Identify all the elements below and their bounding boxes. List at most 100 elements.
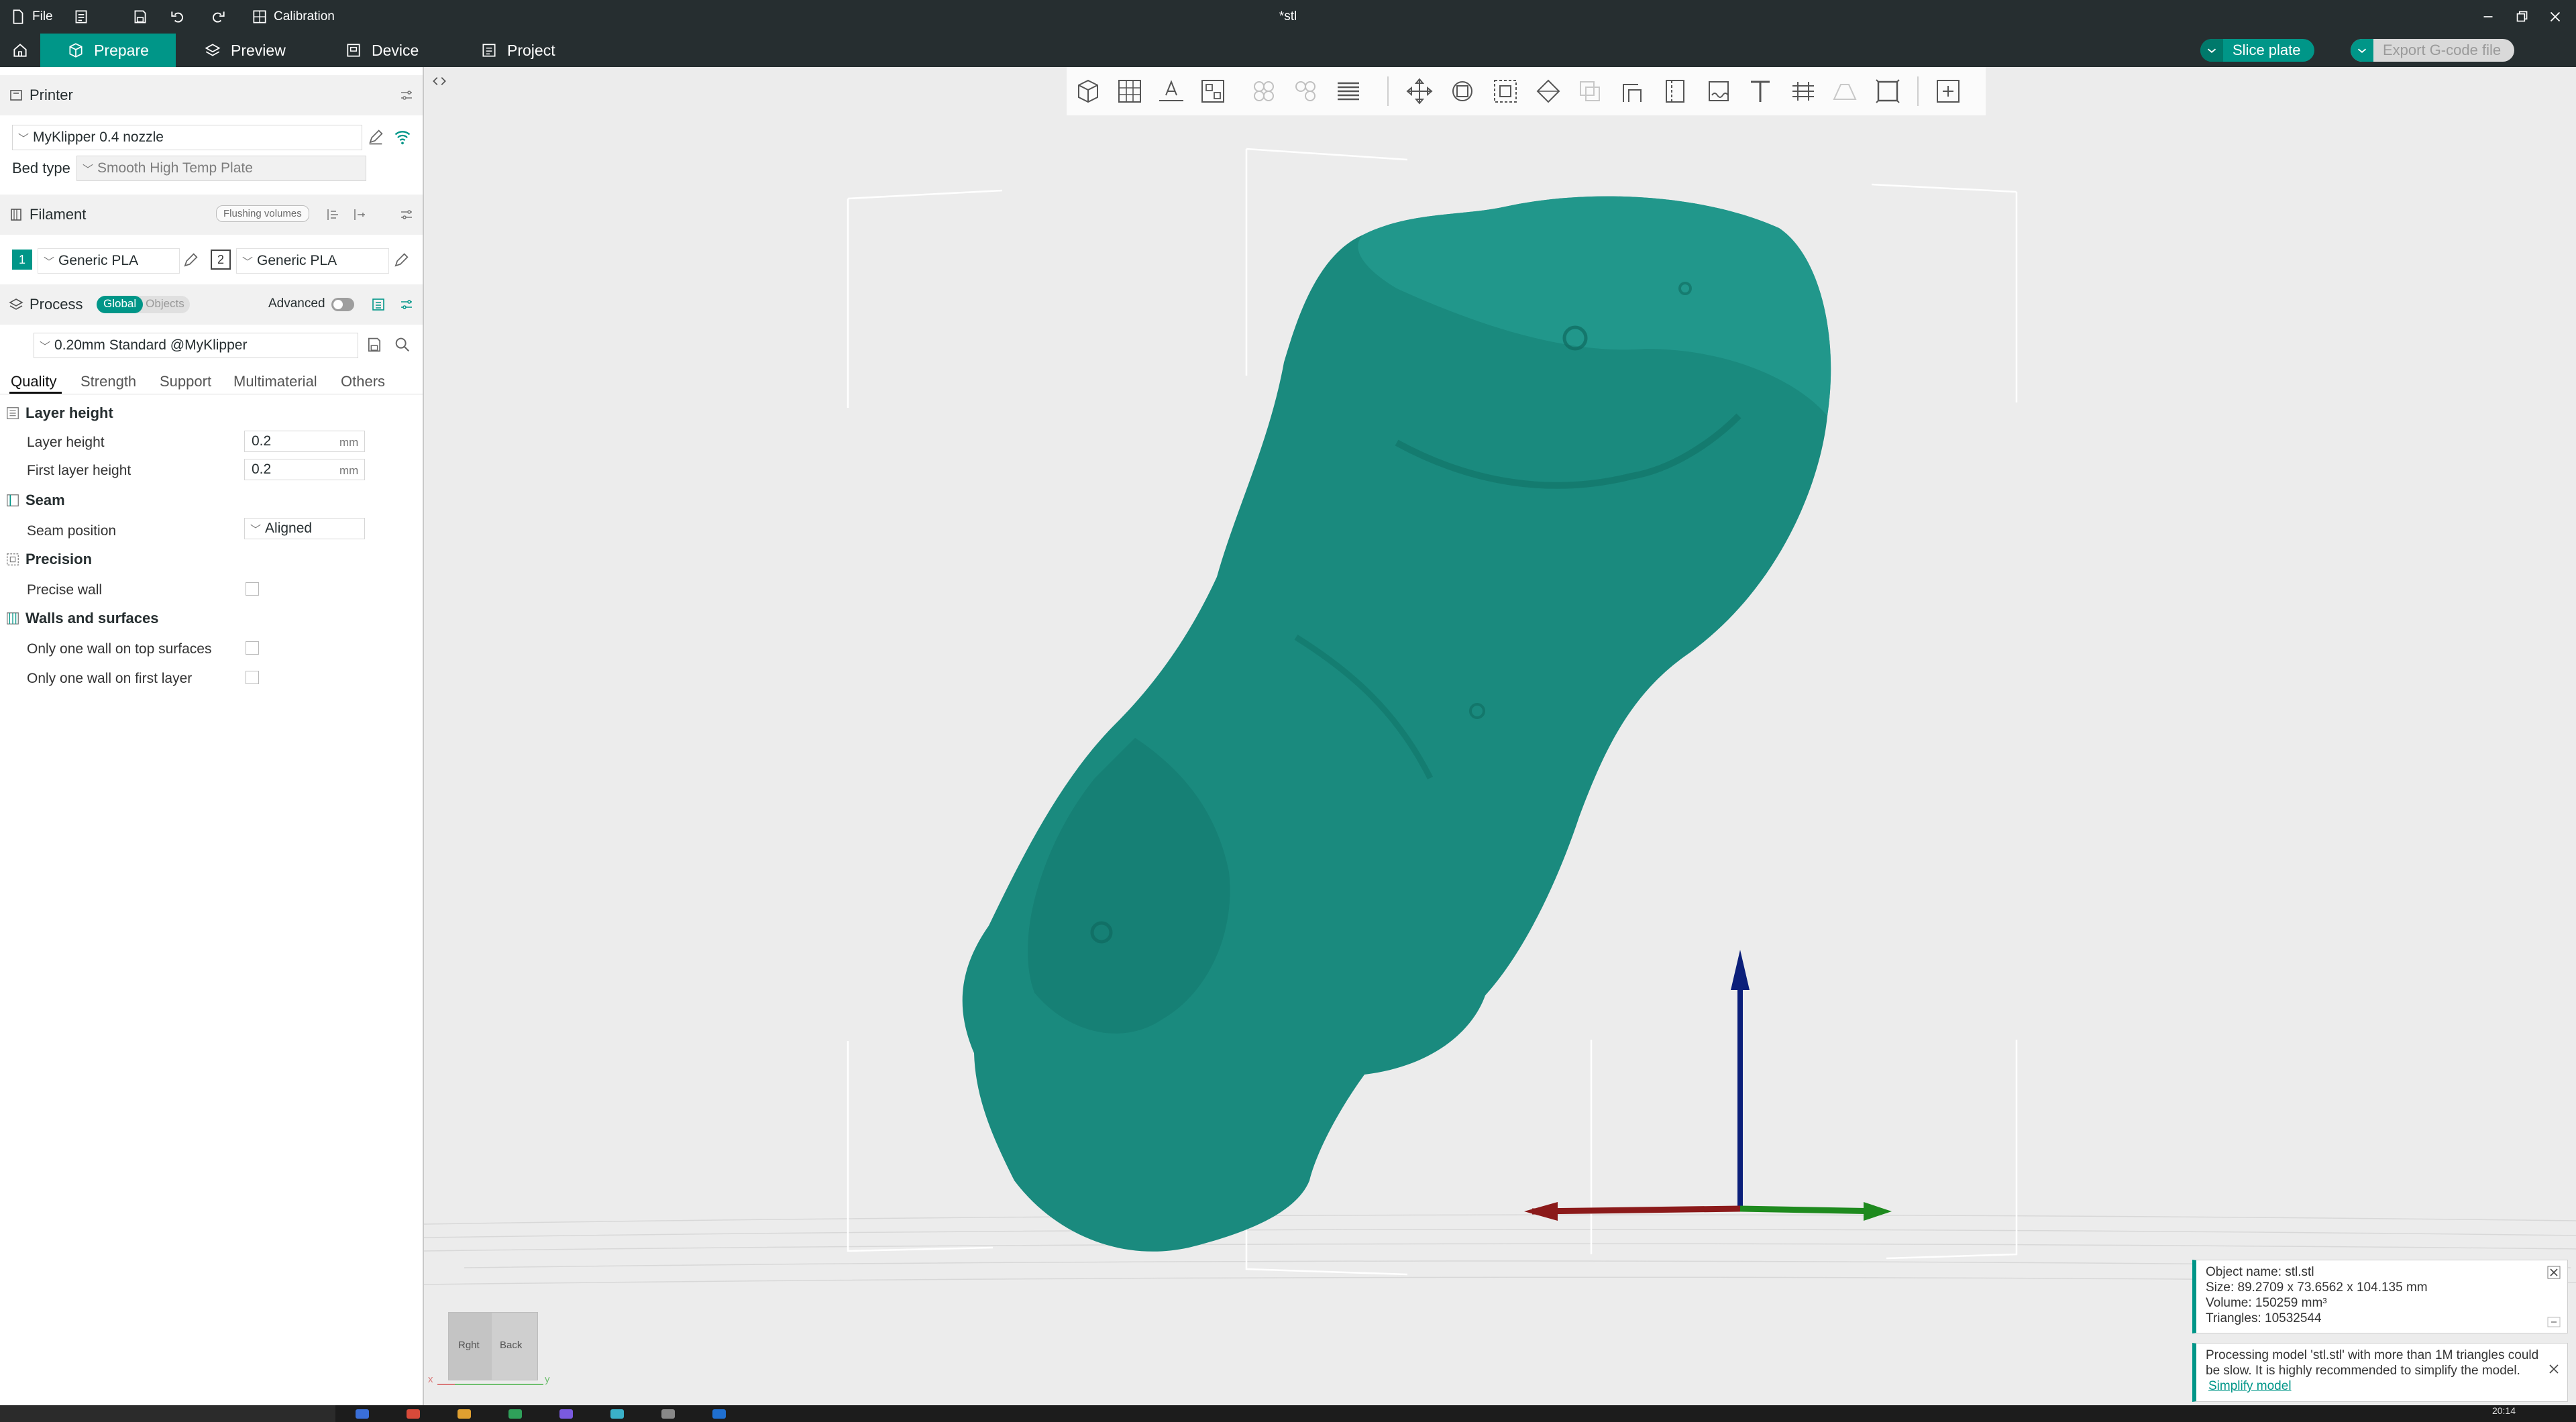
taskbar-app-icon[interactable] <box>610 1409 624 1419</box>
title-bar: File Calibration *stl <box>0 0 2576 34</box>
taskbar-app-icon[interactable] <box>508 1409 522 1419</box>
text-tool-icon[interactable] <box>1744 75 1776 107</box>
simplify-warning-notification: Processing model 'stl.stl' with more tha… <box>2192 1343 2568 1402</box>
taskbar-app-icon[interactable] <box>407 1409 420 1419</box>
filament-settings-icon[interactable] <box>398 207 415 223</box>
scale-icon[interactable] <box>1489 75 1521 107</box>
rotate-icon[interactable] <box>1446 75 1479 107</box>
edit-filament-1-icon[interactable] <box>181 251 200 270</box>
filament-section-header[interactable]: Filament Flushing volumes <box>0 195 423 235</box>
export-dropdown-icon[interactable] <box>2351 39 2373 62</box>
process-preset-select[interactable]: ﹀ 0.20mm Standard @MyKlipper <box>34 333 358 358</box>
printer-settings-icon[interactable] <box>398 87 415 103</box>
minimize-icon[interactable] <box>2479 0 2497 34</box>
3d-viewport[interactable]: Rght Back x y <box>424 67 2576 1405</box>
wifi-icon[interactable] <box>393 127 412 146</box>
object-volume-text: Volume: 150259 mm³ <box>2206 1296 2327 1310</box>
taskbar-search-area[interactable] <box>0 1405 335 1422</box>
search-icon[interactable] <box>393 335 412 354</box>
printer-select[interactable]: ﹀ MyKlipper 0.4 nozzle <box>12 125 362 150</box>
tab-multimaterial[interactable]: Multimaterial <box>233 373 317 390</box>
chevron-down-icon: ﹀ <box>242 257 254 268</box>
remove-filament-icon[interactable] <box>325 207 341 223</box>
export-gcode-button[interactable]: Export G-code file <box>2351 39 2515 62</box>
calibration-menu[interactable]: Calibration <box>251 0 335 34</box>
tab-project[interactable]: Project <box>480 34 555 67</box>
taskbar-app-icon[interactable] <box>356 1409 369 1419</box>
tab-device[interactable]: Device <box>345 34 419 67</box>
file-icon <box>13 9 23 24</box>
add-object-icon[interactable] <box>1072 75 1104 107</box>
tab-support[interactable]: Support <box>160 373 211 390</box>
objects-toggle[interactable]: Objects <box>143 296 190 313</box>
arrange-icon[interactable] <box>1197 75 1229 107</box>
menu-icon[interactable] <box>72 0 90 34</box>
minimize-notification-icon[interactable] <box>2547 1317 2561 1327</box>
tab-preview[interactable]: Preview <box>204 34 286 67</box>
lay-on-face-icon[interactable] <box>1532 75 1564 107</box>
filament-slot-2-badge[interactable]: 2 <box>211 250 231 270</box>
redo-icon[interactable] <box>209 0 227 34</box>
seam-position-label: Seam position <box>27 523 117 539</box>
tab-strength[interactable]: Strength <box>80 373 136 390</box>
file-menu[interactable]: File <box>9 0 53 34</box>
object-info-notification: Object name: stl.stl Size: 89.2709 x 73.… <box>2192 1260 2568 1333</box>
measure-icon[interactable] <box>1787 75 1819 107</box>
simplify-model-link[interactable]: Simplify model <box>2208 1379 2292 1393</box>
filament-slot-1-badge[interactable]: 1 <box>12 250 32 270</box>
split-objects-icon[interactable] <box>1248 75 1280 107</box>
home-button[interactable] <box>0 34 40 67</box>
precise-wall-checkbox[interactable] <box>246 582 259 596</box>
process-section-header[interactable]: Process Global Objects Advanced <box>0 284 423 325</box>
filament-slot-2-select[interactable]: ﹀ Generic PLA <box>236 248 389 274</box>
edit-printer-icon[interactable] <box>366 127 385 146</box>
taskbar-app-icon[interactable] <box>661 1409 675 1419</box>
tab-others[interactable]: Others <box>341 373 385 390</box>
collapse-sidebar-icon[interactable] <box>431 72 448 90</box>
layers-editing-icon[interactable] <box>1332 75 1364 107</box>
process-settings-icon[interactable] <box>398 296 415 313</box>
tab-prepare[interactable]: Prepare <box>40 34 176 67</box>
split-parts-icon[interactable] <box>1289 75 1322 107</box>
slice-plate-button[interactable]: Slice plate <box>2200 39 2314 62</box>
add-filament-icon[interactable] <box>352 207 368 223</box>
undo-icon[interactable] <box>169 0 186 34</box>
variable-layer-height-icon[interactable] <box>1932 75 1964 107</box>
edit-filament-2-icon[interactable] <box>392 251 411 270</box>
export-gcode-label: Export G-code file <box>2383 42 2502 58</box>
close-window-icon[interactable] <box>2546 0 2564 34</box>
taskbar-app-icon[interactable] <box>712 1409 726 1419</box>
printer-section-header[interactable]: Printer <box>0 75 423 115</box>
restore-icon[interactable] <box>2513 0 2530 34</box>
mesh-boolean-icon[interactable] <box>1872 75 1904 107</box>
tab-quality[interactable]: Quality <box>11 373 56 390</box>
cut-icon[interactable] <box>1574 75 1606 107</box>
add-plate-icon[interactable] <box>1114 75 1146 107</box>
seam-paint-icon[interactable] <box>1660 75 1692 107</box>
process-list-icon[interactable] <box>370 296 386 313</box>
move-icon[interactable] <box>1403 75 1436 107</box>
fuzzy-skin-icon[interactable] <box>1703 75 1735 107</box>
filament-title: Filament <box>30 206 87 223</box>
taskbar-app-icon[interactable] <box>458 1409 471 1419</box>
one-wall-top-checkbox[interactable] <box>246 641 259 655</box>
advanced-toggle[interactable] <box>331 298 354 311</box>
filament-slot-1-select[interactable]: ﹀ Generic PLA <box>38 248 180 274</box>
one-wall-first-checkbox[interactable] <box>246 671 259 684</box>
tab-project-label: Project <box>507 41 555 59</box>
save-icon[interactable] <box>131 0 149 34</box>
taskbar-app-icon[interactable] <box>559 1409 573 1419</box>
auto-orient-icon[interactable] <box>1155 75 1187 107</box>
assembly-icon[interactable] <box>1829 75 1861 107</box>
global-objects-switch[interactable]: Global Objects <box>97 296 190 313</box>
bed-type-select[interactable]: ﹀ Smooth High Temp Plate <box>76 156 366 181</box>
save-preset-icon[interactable] <box>365 335 384 354</box>
global-toggle[interactable]: Global <box>97 296 144 313</box>
flushing-volumes-button[interactable]: Flushing volumes <box>216 205 309 222</box>
close-notification-icon[interactable] <box>2547 1266 2561 1279</box>
supports-paint-icon[interactable] <box>1617 75 1649 107</box>
taskbar-clock: 20:14 <box>2491 1405 2516 1416</box>
slice-dropdown-icon[interactable] <box>2200 39 2223 62</box>
seam-position-select[interactable]: ﹀ Aligned <box>244 518 365 539</box>
close-warning-icon[interactable] <box>2547 1362 2561 1376</box>
